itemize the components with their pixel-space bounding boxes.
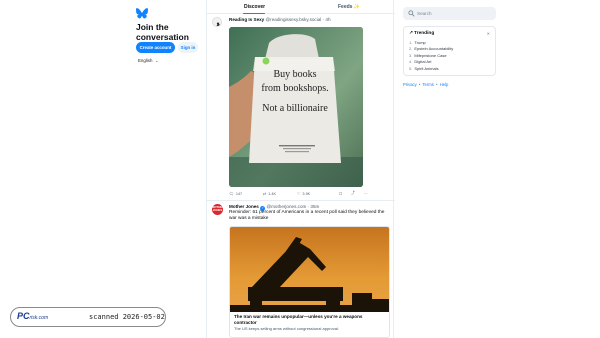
- scan-date: scanned 2026-05-02: [89, 313, 165, 321]
- separator-dot: •: [418, 82, 421, 87]
- author-name[interactable]: Reading Is Sexy: [229, 17, 264, 22]
- trending-label: Spirit Animals: [414, 65, 439, 71]
- active-tab-indicator: [243, 12, 265, 14]
- trending-rank: 4.: [409, 59, 413, 65]
- like-button[interactable]: ♡ 3.9K: [297, 191, 310, 196]
- trending-label: Trump: [414, 40, 426, 45]
- post-time: · 35m: [307, 204, 320, 209]
- like-count: 3.9K: [302, 192, 311, 196]
- feed-column: Discover Feeds ✨ Reading Is Sexy @readin…: [206, 0, 395, 338]
- footer-links: Privacy • Terms • Help: [403, 82, 448, 87]
- join-title: Join the conversation: [136, 22, 189, 42]
- reply-count: 147: [235, 192, 243, 196]
- trending-rank: 2.: [409, 46, 413, 52]
- post-time: · 4h: [322, 17, 331, 22]
- trending-label: Mifepristone Case: [414, 52, 447, 58]
- card-image: [230, 227, 389, 312]
- figure-icon: [213, 21, 221, 26]
- post-actions: 🗨 147 ⇄ 1.4K ♡ 3.9K ☐ ⤴ ⋯: [229, 191, 389, 197]
- page: Join the conversation Create account Sig…: [0, 0, 600, 338]
- help-link[interactable]: Help: [440, 82, 449, 87]
- trending-rank: 5.: [409, 65, 413, 71]
- trending-icon: ↗: [409, 31, 414, 36]
- search-input[interactable]: Search: [417, 11, 432, 16]
- author-name[interactable]: Mother Jones: [229, 204, 259, 209]
- language-select[interactable]: English: [138, 58, 152, 63]
- pcrisk-logo: PCrisk.com: [17, 311, 48, 321]
- post-text: Reminder: 61 percent of Americans in a r…: [229, 210, 385, 221]
- post-divider: [207, 200, 395, 201]
- butterfly-icon[interactable]: [136, 8, 148, 19]
- reply-button[interactable]: 🗨 147: [229, 191, 242, 196]
- separator-dot: •: [436, 82, 438, 87]
- author-handle[interactable]: @readingissexy.bsky.social: [266, 17, 322, 22]
- heart-icon: ♡: [297, 192, 301, 196]
- terms-link[interactable]: Terms: [422, 82, 433, 87]
- repost-icon: ⇄: [263, 192, 267, 196]
- repost-button[interactable]: ⇄ 1.4K: [263, 191, 276, 196]
- logo-pc: PC: [17, 311, 30, 321]
- tab-discover[interactable]: Discover: [244, 4, 265, 10]
- link-card[interactable]: The Iran war remains unpopular—unless yo…: [229, 226, 390, 338]
- repost-count: 1.4K: [268, 192, 276, 196]
- bookmark-icon[interactable]: ☐: [339, 191, 342, 196]
- chevron-down-icon[interactable]: ⌄: [155, 58, 159, 63]
- reply-icon: 🗨: [229, 192, 234, 196]
- left-column: Join the conversation Create account Sig…: [0, 0, 206, 338]
- card-title: The Iran war remains unpopular—unless yo…: [234, 314, 363, 325]
- missile-launcher-photo: [230, 227, 389, 312]
- search-box[interactable]: Search: [403, 7, 496, 20]
- card-description: The US keeps selling arms without congre…: [234, 326, 339, 331]
- close-icon[interactable]: ✕: [487, 31, 490, 36]
- more-icon[interactable]: ⋯: [364, 191, 368, 196]
- trending-label: Digital Art: [414, 59, 432, 65]
- logo-risk: risk.com: [29, 315, 49, 321]
- trending-item[interactable]: 5. Spirit Animals: [409, 66, 453, 72]
- search-icon: [408, 10, 415, 17]
- trending-label: Epstein Accountability: [414, 46, 454, 52]
- share-icon[interactable]: ⤴: [351, 191, 355, 196]
- privacy-link[interactable]: Privacy: [403, 82, 417, 87]
- create-account-button[interactable]: Create account: [136, 42, 175, 53]
- post-image[interactable]: Buy books from bookshops. Not a billiona…: [229, 27, 363, 187]
- trending-title-text: Trending: [414, 31, 435, 36]
- feed-tabs: Discover Feeds ✨: [207, 0, 395, 14]
- trending-title: ↗Trending: [409, 31, 434, 36]
- trending-list: 1. Trump 2. Epstein Accountability 3. Mifep…: [409, 40, 453, 72]
- author-handle[interactable]: @motherjones.com: [266, 204, 306, 209]
- bag-photo: Buy books from bookshops. Not a billiona…: [229, 27, 363, 187]
- avatar[interactable]: MOTHER JONES: [212, 204, 224, 215]
- post-header: Reading Is Sexy @readingissexy.bsky.soci…: [229, 17, 331, 22]
- trending-rank: 3.: [409, 52, 413, 58]
- sign-in-button[interactable]: Sign in: [178, 42, 198, 53]
- bag-text-line2: from bookshops.: [261, 83, 328, 94]
- trending-rank: 1.: [409, 40, 413, 45]
- tab-feeds[interactable]: Feeds ✨: [338, 4, 360, 10]
- bag-text-line1: Buy books: [273, 69, 316, 80]
- watermark-badge: PCrisk.com scanned 2026-05-02: [10, 307, 166, 327]
- bag-text-line3: Not a billionaire: [262, 103, 328, 114]
- avatar[interactable]: [212, 17, 222, 27]
- trending-panel: ↗Trending ✕ 1. Trump 2. Epstein Accountabi…: [403, 26, 496, 76]
